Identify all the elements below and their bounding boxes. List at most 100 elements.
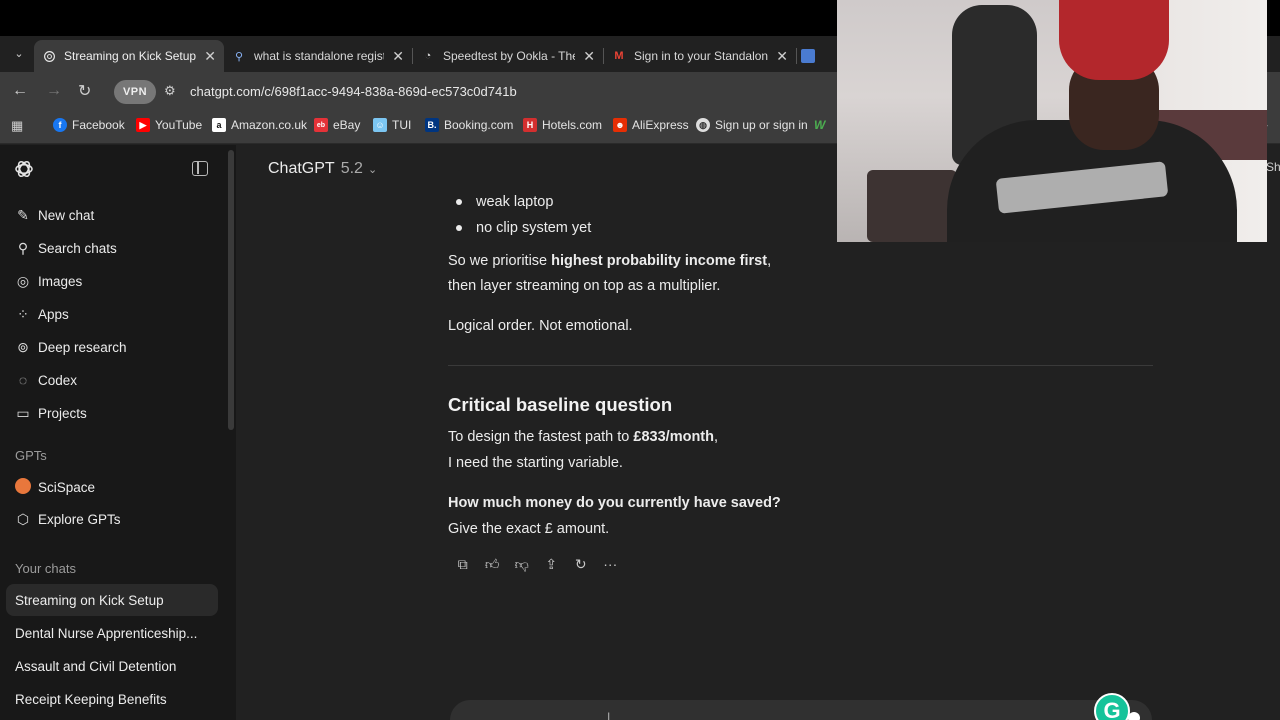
sidebar-item-search-chats[interactable]: ⚲ Search chats <box>14 240 117 257</box>
text: To design the fastest path to <box>448 429 634 445</box>
bookmark-facebook[interactable]: f Facebook <box>53 118 125 132</box>
bookmark-label: Hotels.com <box>542 118 603 132</box>
divider <box>448 365 1153 366</box>
site-info-icon[interactable]: ⚙ <box>164 83 176 99</box>
close-icon[interactable]: ✕ <box>204 48 216 65</box>
address-bar[interactable]: chatgpt.com/c/698f1acc-9494-838a-869d-ec… <box>190 84 517 99</box>
bold-text: £833/month <box>633 429 714 445</box>
chat-item-dental-nurse[interactable]: Dental Nurse Apprenticeship... <box>6 617 218 649</box>
chat-item-assault-civil[interactable]: Assault and Civil Detention <box>6 650 218 682</box>
list-item-text: no clip system yet <box>476 220 592 236</box>
codex-icon: ◌ <box>18 372 28 388</box>
sidebar-toggle-icon[interactable] <box>192 161 208 176</box>
sidebar-item-explore-gpts[interactable]: ⬡ Explore GPTs <box>14 511 121 528</box>
tab-title: Streaming on Kick Setup <box>64 49 197 63</box>
sidebar-item-apps[interactable]: ⁘ Apps <box>14 306 69 323</box>
copy-icon[interactable]: ⧉ <box>448 554 478 574</box>
tab-streaming-on-kick[interactable]: Streaming on Kick Setup ✕ <box>34 40 224 72</box>
tab-speedtest[interactable]: ◔ Speedtest by Ookla - The G ✕ <box>413 40 603 72</box>
text-cursor-icon: I <box>607 710 611 720</box>
bookmark-label: TUI <box>392 118 412 132</box>
sidebar-item-label: Explore GPTs <box>38 512 121 527</box>
bookmark-aliexpress[interactable]: ☻ AliExpress <box>613 118 689 132</box>
back-icon[interactable]: ← <box>12 82 28 100</box>
your-chats-label: Your chats <box>15 561 76 576</box>
bookmark-signup[interactable]: ◍ Sign up or sign in <box>696 118 808 132</box>
sidebar-item-label: Search chats <box>38 241 117 256</box>
scispace-icon <box>14 478 32 497</box>
tab-overflow[interactable] <box>797 40 817 72</box>
bookmark-ebay[interactable]: eb eBay <box>314 118 360 132</box>
chat-item-receipt-keeping[interactable]: Receipt Keeping Benefits <box>6 683 218 715</box>
edit-icon: ✎ <box>17 207 29 223</box>
tab-standalone-search[interactable]: ⚲ what is standalone registra ✕ <box>224 40 412 72</box>
bookmark-amazon[interactable]: a Amazon.co.uk <box>212 118 307 132</box>
apps-grid-icon[interactable]: ▦ <box>11 118 23 134</box>
explore-icon: ⬡ <box>16 511 30 527</box>
screen: { "browser": { "tabs": [ {"title": "Stre… <box>0 0 1280 720</box>
more-icon[interactable]: ··· <box>596 554 626 574</box>
regenerate-icon[interactable]: ↻ <box>566 554 596 574</box>
sidebar-item-label: Projects <box>38 406 87 421</box>
list-item-text: weak laptop <box>476 194 554 210</box>
tab-standalone-signin[interactable]: M Sign in to your Standalone ✕ <box>604 40 796 72</box>
forward-icon[interactable]: → <box>46 82 62 100</box>
webcam-person <box>1059 0 1169 80</box>
tab-title: what is standalone registra <box>254 49 385 63</box>
thumbs-down-icon[interactable]: 👎︎ <box>507 554 537 574</box>
webcam-overlay <box>837 0 1267 242</box>
bookmark-label: AliExpress <box>632 118 689 132</box>
bookmark-tui[interactable]: ☺ TUI <box>373 118 411 132</box>
model-picker[interactable]: ChatGPT 5.2 ⌄ <box>268 160 377 178</box>
apps-icon: ⁘ <box>17 306 29 322</box>
grammarly-icon[interactable]: G <box>1094 693 1130 720</box>
sidebar-item-images[interactable]: ◎ Images <box>14 273 82 290</box>
model-version: 5.2 <box>340 160 363 177</box>
vpn-badge[interactable]: VPN <box>114 80 156 104</box>
bookmark-label: Booking.com <box>444 118 514 132</box>
sidebar-item-new-chat[interactable]: ✎ New chat <box>14 207 94 224</box>
youtube-icon: ▶ <box>136 118 150 132</box>
reload-icon[interactable]: ↻ <box>78 81 91 101</box>
sidebar-item-scispace[interactable]: SciSpace <box>14 478 95 497</box>
list-item: no clip system yet <box>448 220 591 236</box>
site-icon <box>801 49 815 63</box>
close-icon[interactable]: ✕ <box>776 48 788 65</box>
hotels-icon: H <box>523 118 537 132</box>
deep-research-icon: ⊚ <box>17 339 29 355</box>
edge-text: Sh <box>1266 160 1280 174</box>
amazon-icon: a <box>212 118 226 132</box>
bold-text: highest probability income first <box>551 253 768 269</box>
bullet-dot <box>456 199 462 205</box>
thumbs-up-icon[interactable]: 👍︎ <box>478 554 508 574</box>
sidebar-item-label: SciSpace <box>38 480 96 495</box>
paragraph: Logical order. Not emotional. <box>448 318 633 334</box>
bookmark-label: eBay <box>333 118 361 132</box>
text: So we prioritise <box>448 253 552 269</box>
bookmark-youtube[interactable]: ▶ YouTube <box>136 118 202 132</box>
bookmark-extra-icon[interactable]: W <box>814 118 825 132</box>
sidebar-scrollbar[interactable] <box>228 150 234 430</box>
chat-item-streaming-on-kick[interactable]: Streaming on Kick Setup <box>6 584 218 616</box>
openai-logo-icon[interactable] <box>14 159 34 179</box>
close-icon[interactable]: ✕ <box>583 48 595 65</box>
bookmark-label: Amazon.co.uk <box>231 118 308 132</box>
folder-icon: ▭ <box>16 405 30 421</box>
section-heading: Critical baseline question <box>448 394 673 415</box>
bookmark-booking[interactable]: B. Booking.com <box>425 118 513 132</box>
chatgpt-icon <box>42 49 56 63</box>
message-composer[interactable] <box>450 700 1152 720</box>
sidebar-item-deep-research[interactable]: ⊚ Deep research <box>14 339 126 356</box>
paragraph: then layer streaming on top as a multipl… <box>448 278 721 294</box>
sidebar-item-projects[interactable]: ▭ Projects <box>14 405 87 422</box>
text: , <box>767 253 772 269</box>
bookmark-hotels[interactable]: H Hotels.com <box>523 118 602 132</box>
sidebar-item-label: New chat <box>38 208 95 223</box>
chevron-down-icon: ⌄ <box>367 163 378 176</box>
share-icon[interactable]: ⇪ <box>537 554 567 574</box>
tab-search-button[interactable]: ⌄ <box>8 43 30 63</box>
sidebar-item-codex[interactable]: ◌ Codex <box>14 372 77 388</box>
close-icon[interactable]: ✕ <box>392 48 404 65</box>
tab-title: Speedtest by Ookla - The G <box>443 49 575 63</box>
facebook-icon: f <box>53 118 67 132</box>
